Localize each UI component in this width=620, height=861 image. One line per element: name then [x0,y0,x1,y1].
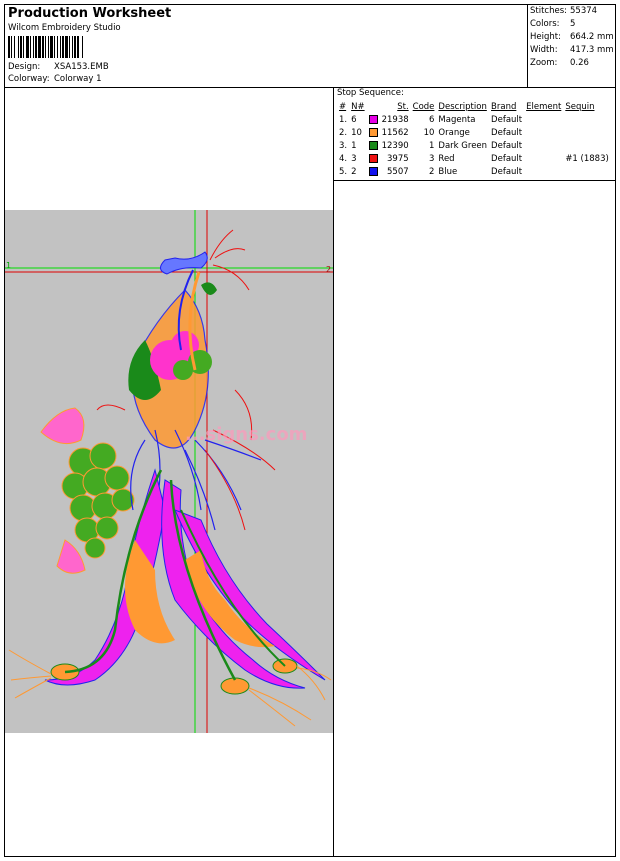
thread-brand: Default [491,140,523,151]
element [524,113,563,126]
thread-code: 2 [429,166,435,177]
table-row: 1. 6 21938 6 Magenta Default [337,113,611,126]
thread-code: 3 [429,153,435,164]
col-header [367,100,380,113]
col-header: Brand [491,101,517,112]
color-swatch [368,127,378,137]
col-header: Code [412,101,435,112]
stat-label: Colors: [530,19,560,29]
table-row: 2. 10 11562 10 Orange Default [337,126,611,139]
element [524,139,563,152]
needle-number: 1 [351,140,357,151]
stop-number: 4. [339,153,348,164]
colorway-label: Colorway: [8,74,50,84]
color-swatch [368,153,378,163]
sequin [563,126,611,139]
stitch-count: 5507 [387,166,409,177]
stat-label: Stitches: [530,6,568,16]
needle-number: 10 [351,127,362,138]
thread-description: Red [438,153,455,164]
thread-brand: Default [491,166,523,177]
design-label: Design: [8,62,41,72]
col-header: Description [438,101,487,112]
color-swatch [368,140,378,150]
watermark: ...signs.com [185,424,307,445]
col-header: N# [351,101,365,112]
stat-label: Zoom: [530,58,558,68]
element [524,152,563,165]
stitch-count: 11562 [381,127,409,138]
stops-divider [333,180,616,181]
stats-divider [527,4,528,87]
table-row: 4. 3 3975 3 Red Default #1 (1883) [337,152,611,165]
col-header: Element [526,101,562,112]
col-header: St. [397,101,409,112]
stat-value: 55374 [570,6,598,16]
design-value: XSA153.EMB [54,62,109,72]
thread-code: 1 [429,140,435,151]
needle-number: 2 [351,166,357,177]
thread-brand: Default [491,127,523,138]
thread-brand: Default [491,114,523,125]
thread-code: 10 [423,127,435,138]
thread-description: Blue [438,166,458,177]
thread-code: 6 [429,114,435,125]
stitch-count: 3975 [387,153,409,164]
guide-marker-right: 2 [326,265,331,274]
sequin [563,113,611,126]
thread-description: Orange [438,127,470,138]
barcode [8,36,83,58]
stat-value: 0.26 [570,58,589,68]
header-divider [4,87,616,88]
software-name: Wilcom Embroidery Studio [8,23,121,33]
page-title: Production Worksheet [8,6,172,21]
stat-value: 5 [570,19,576,29]
thread-description: Dark Green [438,140,488,151]
table-row: 3. 1 12390 1 Dark Green Default [337,139,611,152]
sequin [563,165,611,178]
stop-sequence-table: # N# St. Code Description Brand Element … [337,100,611,178]
stitch-count: 21938 [381,114,409,125]
stop-sequence-title: Stop Sequence: [337,88,404,98]
color-swatch [368,114,378,124]
element [524,165,563,178]
stat-label: Height: [530,32,561,42]
sequin: #1 (1883) [565,153,609,164]
stat-label: Width: [530,45,558,55]
stitch-count: 12390 [381,140,409,151]
needle-number: 3 [351,153,357,164]
stop-number: 3. [339,140,348,151]
sequin [563,139,611,152]
stop-number: 1. [339,114,348,125]
col-header: Sequin [565,101,595,112]
embroidery-artwork: 1 2 ...signs.com [5,210,333,733]
column-divider [333,87,334,857]
thread-description: Magenta [438,114,476,125]
thread-brand: Default [491,153,523,164]
element [524,126,563,139]
color-swatch [368,166,378,176]
stat-value: 664.2 mm [570,32,614,42]
guide-marker-left: 1 [6,261,11,270]
colorway-value: Colorway 1 [54,74,102,84]
col-header: # [339,101,347,112]
design-preview: 1 2 ...signs.com [5,210,333,733]
stop-number: 5. [339,166,348,177]
stat-value: 417.3 mm [570,45,614,55]
stop-number: 2. [339,127,348,138]
table-row: 5. 2 5507 2 Blue Default [337,165,611,178]
needle-number: 6 [351,114,357,125]
